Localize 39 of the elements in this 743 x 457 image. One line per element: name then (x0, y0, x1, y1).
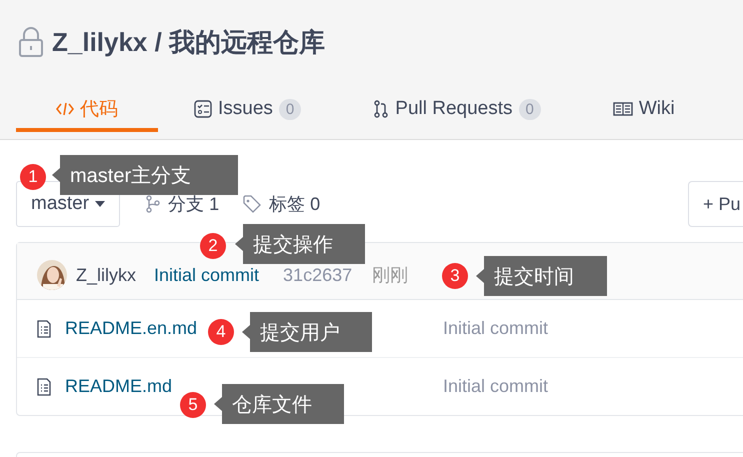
commit-message-link[interactable]: Initial commit (154, 264, 260, 286)
pointer-icon (214, 397, 222, 411)
pointer-icon (235, 237, 243, 251)
lock-icon (18, 26, 44, 58)
file-name-link[interactable]: README.en.md (65, 318, 198, 339)
branch-icon (146, 195, 160, 213)
tag-count-link[interactable]: 标签 0 (269, 192, 320, 216)
annotation-tooltip: master主分支 (52, 155, 238, 195)
caret-icon (95, 201, 106, 207)
commit-time: 刚刚 (372, 264, 408, 287)
number-badge: 2 (200, 233, 226, 259)
branch-count-link[interactable]: 分支 1 (168, 192, 220, 216)
number-badge: 4 (208, 319, 234, 345)
tab[interactable]: Wiki (576, 90, 711, 132)
annotation-tooltip: 提交用户 (242, 312, 372, 352)
checklist-icon (194, 100, 212, 118)
file-icon (37, 320, 51, 338)
pull-request-button[interactable]: + Pu (688, 181, 743, 227)
annotation-tooltip: 仓库文件 (214, 384, 344, 424)
pointer-icon (52, 168, 60, 182)
pull-request-icon (373, 100, 390, 118)
count-badge: 0 (278, 98, 302, 120)
pointer-icon (242, 325, 250, 339)
book-icon (612, 101, 633, 117)
code-icon (56, 101, 74, 117)
repo-title[interactable]: Z_lilykx / 我的远程仓库 (52, 24, 326, 60)
file-name-link[interactable]: README.md (65, 376, 172, 397)
annotation-tooltip: 提交操作 (235, 224, 365, 264)
branch-dropdown[interactable]: master (16, 181, 120, 227)
commit-author[interactable]: Z_lilykx (76, 264, 136, 286)
annotation-tooltip: 提交时间 (476, 256, 607, 296)
pointer-icon (476, 269, 484, 283)
tab[interactable]: Pull Requests 0 (337, 90, 577, 132)
file-icon (37, 378, 51, 396)
number-badge: 5 (180, 392, 206, 418)
tab[interactable]: Issues 0 (158, 90, 338, 132)
count-badge: 0 (518, 98, 541, 120)
number-badge: 1 (20, 164, 46, 190)
tag-icon (243, 195, 262, 213)
